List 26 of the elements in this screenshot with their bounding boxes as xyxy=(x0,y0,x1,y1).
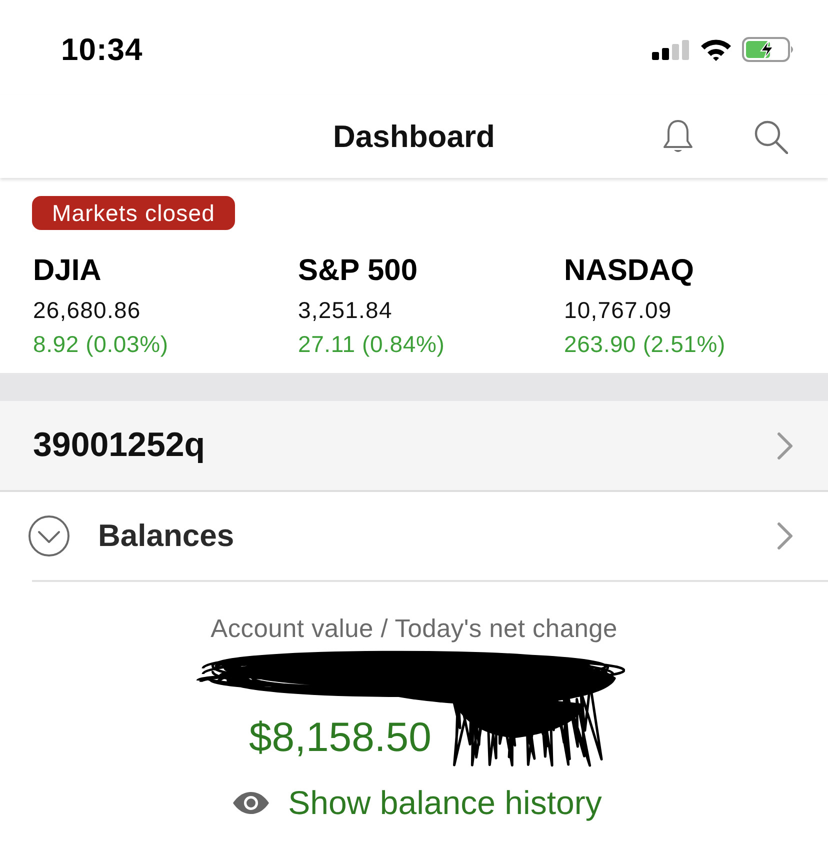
index-change: 263.90 (2.51%) xyxy=(564,330,726,359)
account-value-label: Account value / Today's net change xyxy=(210,614,618,644)
search-icon xyxy=(754,120,788,154)
signal-icon xyxy=(652,40,690,60)
wifi-icon xyxy=(700,38,732,61)
chevron-right-icon xyxy=(777,432,793,460)
index-name: S&P 500 xyxy=(298,253,418,289)
index-value: 26,680.86 xyxy=(33,296,141,325)
index-value: 10,767.09 xyxy=(564,296,672,325)
page-title: Dashboard xyxy=(333,118,495,154)
show-balance-history-link[interactable]: Show balance history xyxy=(232,784,602,822)
index-change: 8.92 (0.03%) xyxy=(33,330,168,359)
notifications-button[interactable] xyxy=(662,118,694,154)
account-value: $8,158.50 xyxy=(249,714,432,760)
index-name: DJIA xyxy=(33,253,102,289)
battery-charging-icon xyxy=(742,37,795,62)
index-change: 27.11 (0.84%) xyxy=(298,330,445,359)
account-row[interactable]: 39001252q xyxy=(0,401,828,492)
status-time: 10:34 xyxy=(61,32,143,68)
index-name: NASDAQ xyxy=(564,253,694,289)
index-value: 3,251.84 xyxy=(298,296,392,325)
chevron-right-icon xyxy=(777,522,793,550)
eye-icon xyxy=(232,791,270,815)
bell-icon xyxy=(662,118,694,154)
search-button[interactable] xyxy=(754,120,788,154)
market-status-badge: Markets closed xyxy=(32,196,236,230)
